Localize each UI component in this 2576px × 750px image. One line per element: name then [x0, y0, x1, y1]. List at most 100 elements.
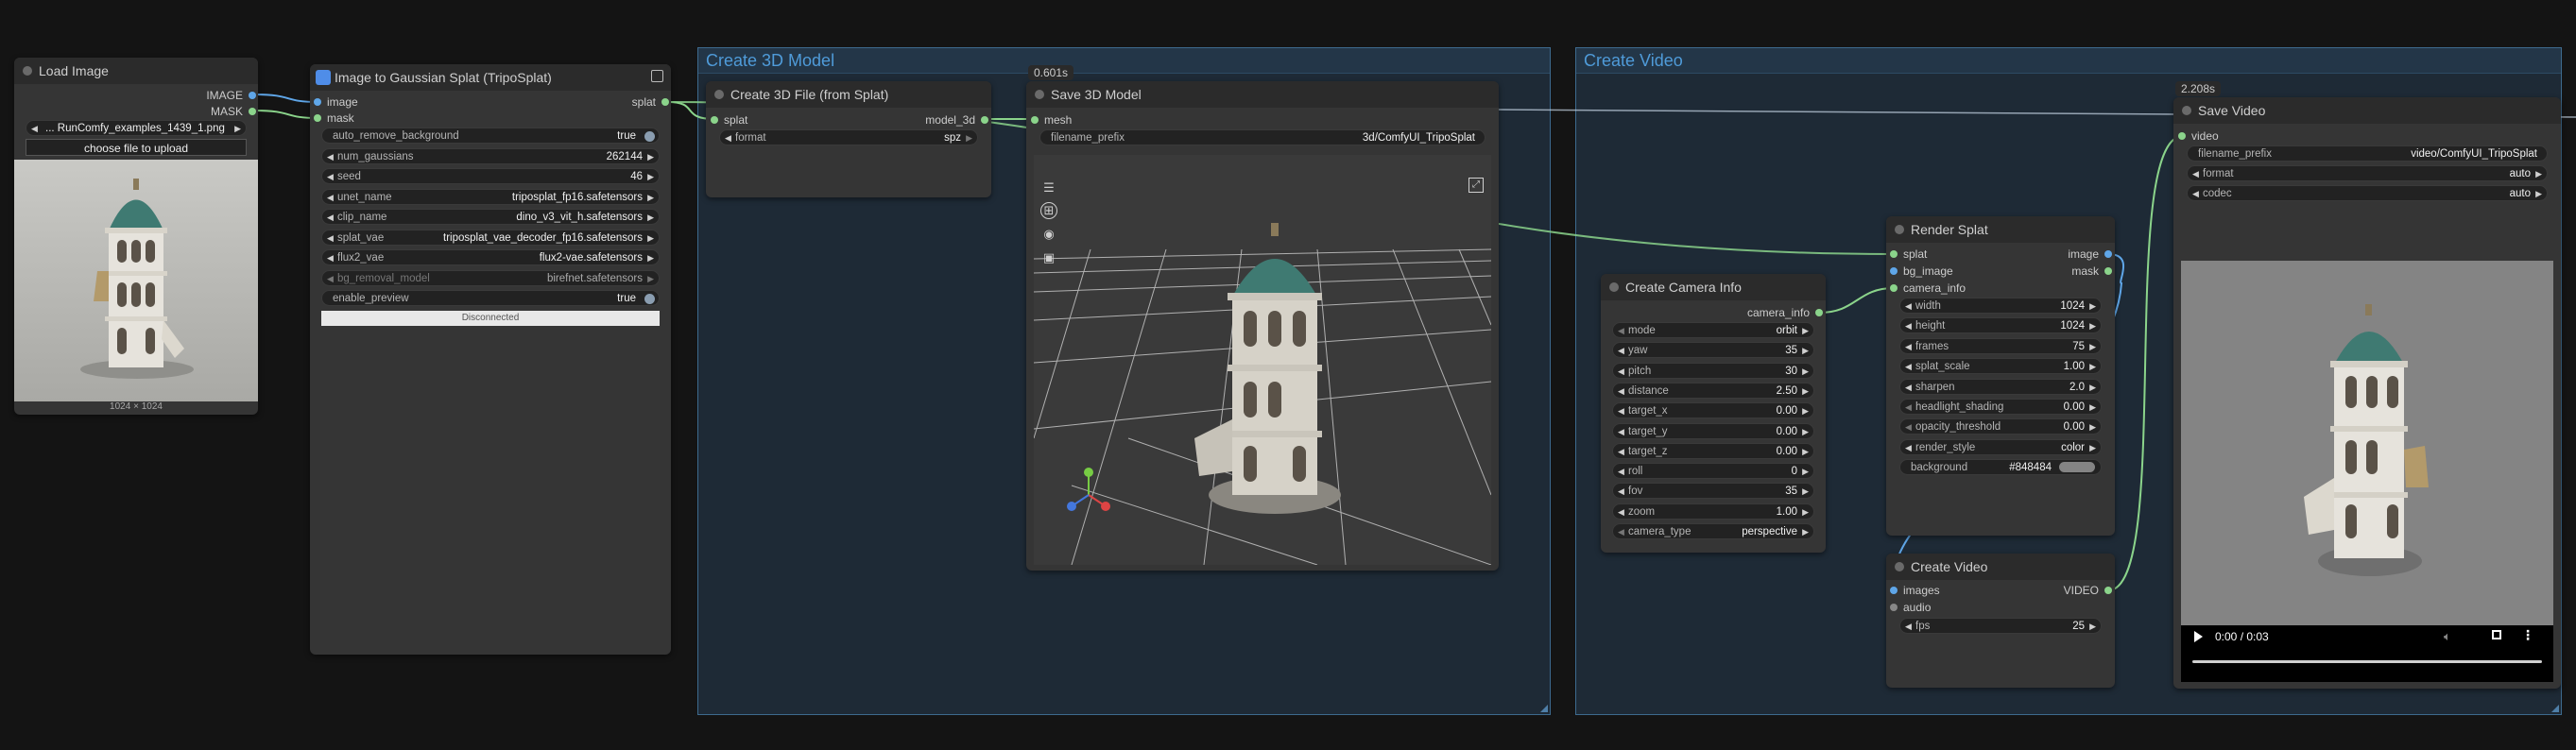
output-slot[interactable] [249, 92, 256, 99]
decrement-icon[interactable]: ◀ [1905, 419, 1912, 435]
load-image-node[interactable]: Load Image IMAGE MASK ◀ ... RunComfy_exa… [14, 58, 258, 415]
increment-icon[interactable]: ▶ [647, 149, 654, 165]
collapse-dot-icon[interactable] [1035, 90, 1044, 99]
decrement-icon[interactable]: ◀ [1905, 318, 1912, 334]
auto-remove-background-toggle[interactable]: auto_remove_background true [321, 128, 660, 144]
increment-icon[interactable]: ▶ [2089, 400, 2096, 416]
render-width-widget[interactable]: ◀ width 1024 ▶ [1899, 298, 2102, 314]
increment-icon[interactable]: ▶ [2089, 359, 2096, 375]
chevron-left-icon[interactable]: ◀ [31, 121, 38, 137]
node-title[interactable]: Create Video [1886, 554, 2115, 580]
output-model-3d[interactable]: model_3d [925, 112, 988, 128]
input-slot[interactable] [314, 98, 321, 106]
camera-fov-widget[interactable]: ◀ fov 35 ▶ [1612, 483, 1814, 500]
filename-prefix-field[interactable]: filename_prefix video/ComfyUI_TripoSplat [2187, 145, 2548, 162]
collapse-dot-icon[interactable] [1895, 562, 1904, 571]
render-opacity-threshold-widget[interactable]: ◀ opacity_threshold 0.00 ▶ [1899, 418, 2102, 435]
output-camera-info[interactable]: camera_info [1747, 305, 1823, 320]
increment-icon[interactable]: ▶ [2089, 440, 2096, 456]
input-audio[interactable]: audio [1890, 600, 1931, 615]
output-slot[interactable] [2104, 587, 2112, 594]
decrement-icon[interactable]: ◀ [1905, 298, 1912, 315]
decrement-icon[interactable]: ◀ [1618, 424, 1624, 440]
seed-widget[interactable]: ◀ seed 46 ▶ [321, 168, 660, 184]
decrement-icon[interactable]: ◀ [1905, 440, 1912, 456]
format-combo[interactable]: ◀ format auto ▶ [2187, 165, 2548, 181]
expand-icon[interactable] [651, 70, 663, 82]
create-camera-info-node[interactable]: Create Camera Info camera_info ◀ mode orbi… [1601, 274, 1826, 553]
group-title[interactable]: Create 3D Model [698, 48, 1550, 74]
chevron-right-icon[interactable]: ▶ [2535, 186, 2542, 202]
node-title[interactable]: Save 3D Model [1026, 81, 1499, 108]
decrement-icon[interactable]: ◀ [327, 149, 334, 165]
output-splat[interactable]: splat [632, 94, 669, 110]
3d-viewport[interactable]: ☰ ⊞ ◉ ▣ ⤢ [1034, 155, 1491, 565]
camera-yaw-widget[interactable]: ◀ yaw 35 ▶ [1612, 342, 1814, 359]
chevron-right-icon[interactable]: ▶ [2535, 166, 2542, 182]
decrement-icon[interactable]: ◀ [1618, 323, 1624, 339]
increment-icon[interactable]: ▶ [1802, 323, 1809, 339]
increment-icon[interactable]: ▶ [1802, 424, 1809, 440]
node-title[interactable]: Render Splat [1886, 216, 2115, 243]
camera-zoom-widget[interactable]: ◀ zoom 1.00 ▶ [1612, 503, 1814, 520]
input-slot[interactable] [1890, 250, 1898, 258]
input-slot[interactable] [1890, 267, 1898, 275]
collapse-dot-icon[interactable] [1895, 225, 1904, 234]
chevron-left-icon[interactable]: ◀ [327, 210, 334, 226]
save-video-node[interactable]: Save Video video filename_prefix video/Co… [2173, 97, 2561, 689]
camera-pitch-widget[interactable]: ◀ pitch 30 ▶ [1612, 362, 1814, 379]
render-splat-scale-widget[interactable]: ◀ splat_scale 1.00 ▶ [1899, 358, 2102, 375]
input-slot[interactable] [711, 116, 718, 124]
upload-button[interactable]: choose file to upload [26, 139, 247, 156]
input-images[interactable]: images [1890, 583, 1940, 598]
input-slot[interactable] [2178, 132, 2186, 140]
toggle-icon[interactable] [644, 294, 655, 304]
output-slot[interactable] [981, 116, 988, 124]
increment-icon[interactable]: ▶ [2089, 419, 2096, 435]
group-title[interactable]: Create Video [1576, 48, 2561, 74]
output-slot[interactable] [661, 98, 669, 106]
collapse-dot-icon[interactable] [2182, 106, 2191, 115]
decrement-icon[interactable]: ◀ [1618, 403, 1624, 419]
flux2-vae-combo[interactable]: ◀ flux2_vae flux2-vae.safetensors ▶ [321, 249, 660, 265]
mute-icon[interactable]: 🔈︎ [2444, 629, 2451, 644]
camera-target-y-widget[interactable]: ◀ target_y 0.00 ▶ [1612, 422, 1814, 440]
camera-camera-type-widget[interactable]: ◀ camera_type perspective ▶ [1612, 523, 1814, 539]
image-file-combo[interactable]: ◀ ... RunComfy_examples_1439_1.png ▶ [26, 120, 247, 136]
chevron-left-icon[interactable]: ◀ [327, 190, 334, 206]
color-swatch[interactable] [2059, 462, 2095, 472]
decrement-icon[interactable]: ◀ [1905, 400, 1912, 416]
codec-combo[interactable]: ◀ codec auto ▶ [2187, 185, 2548, 201]
camera-mode-widget[interactable]: ◀ mode orbit ▶ [1612, 322, 1814, 338]
chevron-left-icon[interactable]: ◀ [725, 130, 731, 146]
unet-name-combo[interactable]: ◀ unet_name triposplat_fp16.safetensors ▶ [321, 189, 660, 205]
grid-icon[interactable]: ⊞ [1040, 202, 1057, 219]
triposplat-node[interactable]: Image to Gaussian Splat (TripoSplat) ima… [310, 64, 671, 655]
save-3d-model-node[interactable]: Save 3D Model mesh filename_prefix 3d/Com… [1026, 81, 1499, 571]
render-splat-node[interactable]: Render Splat splat bg_image camera_info … [1886, 216, 2115, 536]
node-title[interactable]: Save Video [2173, 97, 2561, 124]
increment-icon[interactable]: ▶ [1802, 444, 1809, 460]
input-camera-info[interactable]: camera_info [1890, 281, 1966, 296]
decrement-icon[interactable]: ◀ [1618, 444, 1624, 460]
decrement-icon[interactable]: ◀ [1618, 484, 1624, 500]
input-splat[interactable]: splat [711, 112, 747, 128]
render-sharpen-widget[interactable]: ◀ sharpen 2.0 ▶ [1899, 378, 2102, 396]
fullscreen-icon[interactable] [2492, 630, 2501, 639]
chevron-left-icon[interactable]: ◀ [327, 271, 334, 287]
decrement-icon[interactable]: ◀ [1905, 380, 1912, 396]
decrement-icon[interactable]: ◀ [1618, 464, 1624, 480]
output-slot[interactable] [2104, 250, 2112, 258]
output-slot[interactable] [249, 108, 256, 115]
camera-target-x-widget[interactable]: ◀ target_x 0.00 ▶ [1612, 402, 1814, 419]
input-slot[interactable] [1890, 604, 1898, 611]
video-player[interactable]: 0:00 / 0:03 🔈︎ ⋮ [2181, 261, 2553, 682]
output-slot[interactable] [2104, 267, 2112, 275]
node-title[interactable]: Create Camera Info [1601, 274, 1826, 300]
input-mesh[interactable]: mesh [1031, 112, 1072, 128]
enable-preview-toggle[interactable]: enable_preview true [321, 290, 660, 306]
menu-icon[interactable]: ☰ [1040, 179, 1057, 196]
render-render-style-widget[interactable]: ◀ render_style color ▶ [1899, 438, 2102, 456]
output-video[interactable]: VIDEO [2064, 583, 2112, 598]
play-icon[interactable] [2194, 631, 2203, 642]
